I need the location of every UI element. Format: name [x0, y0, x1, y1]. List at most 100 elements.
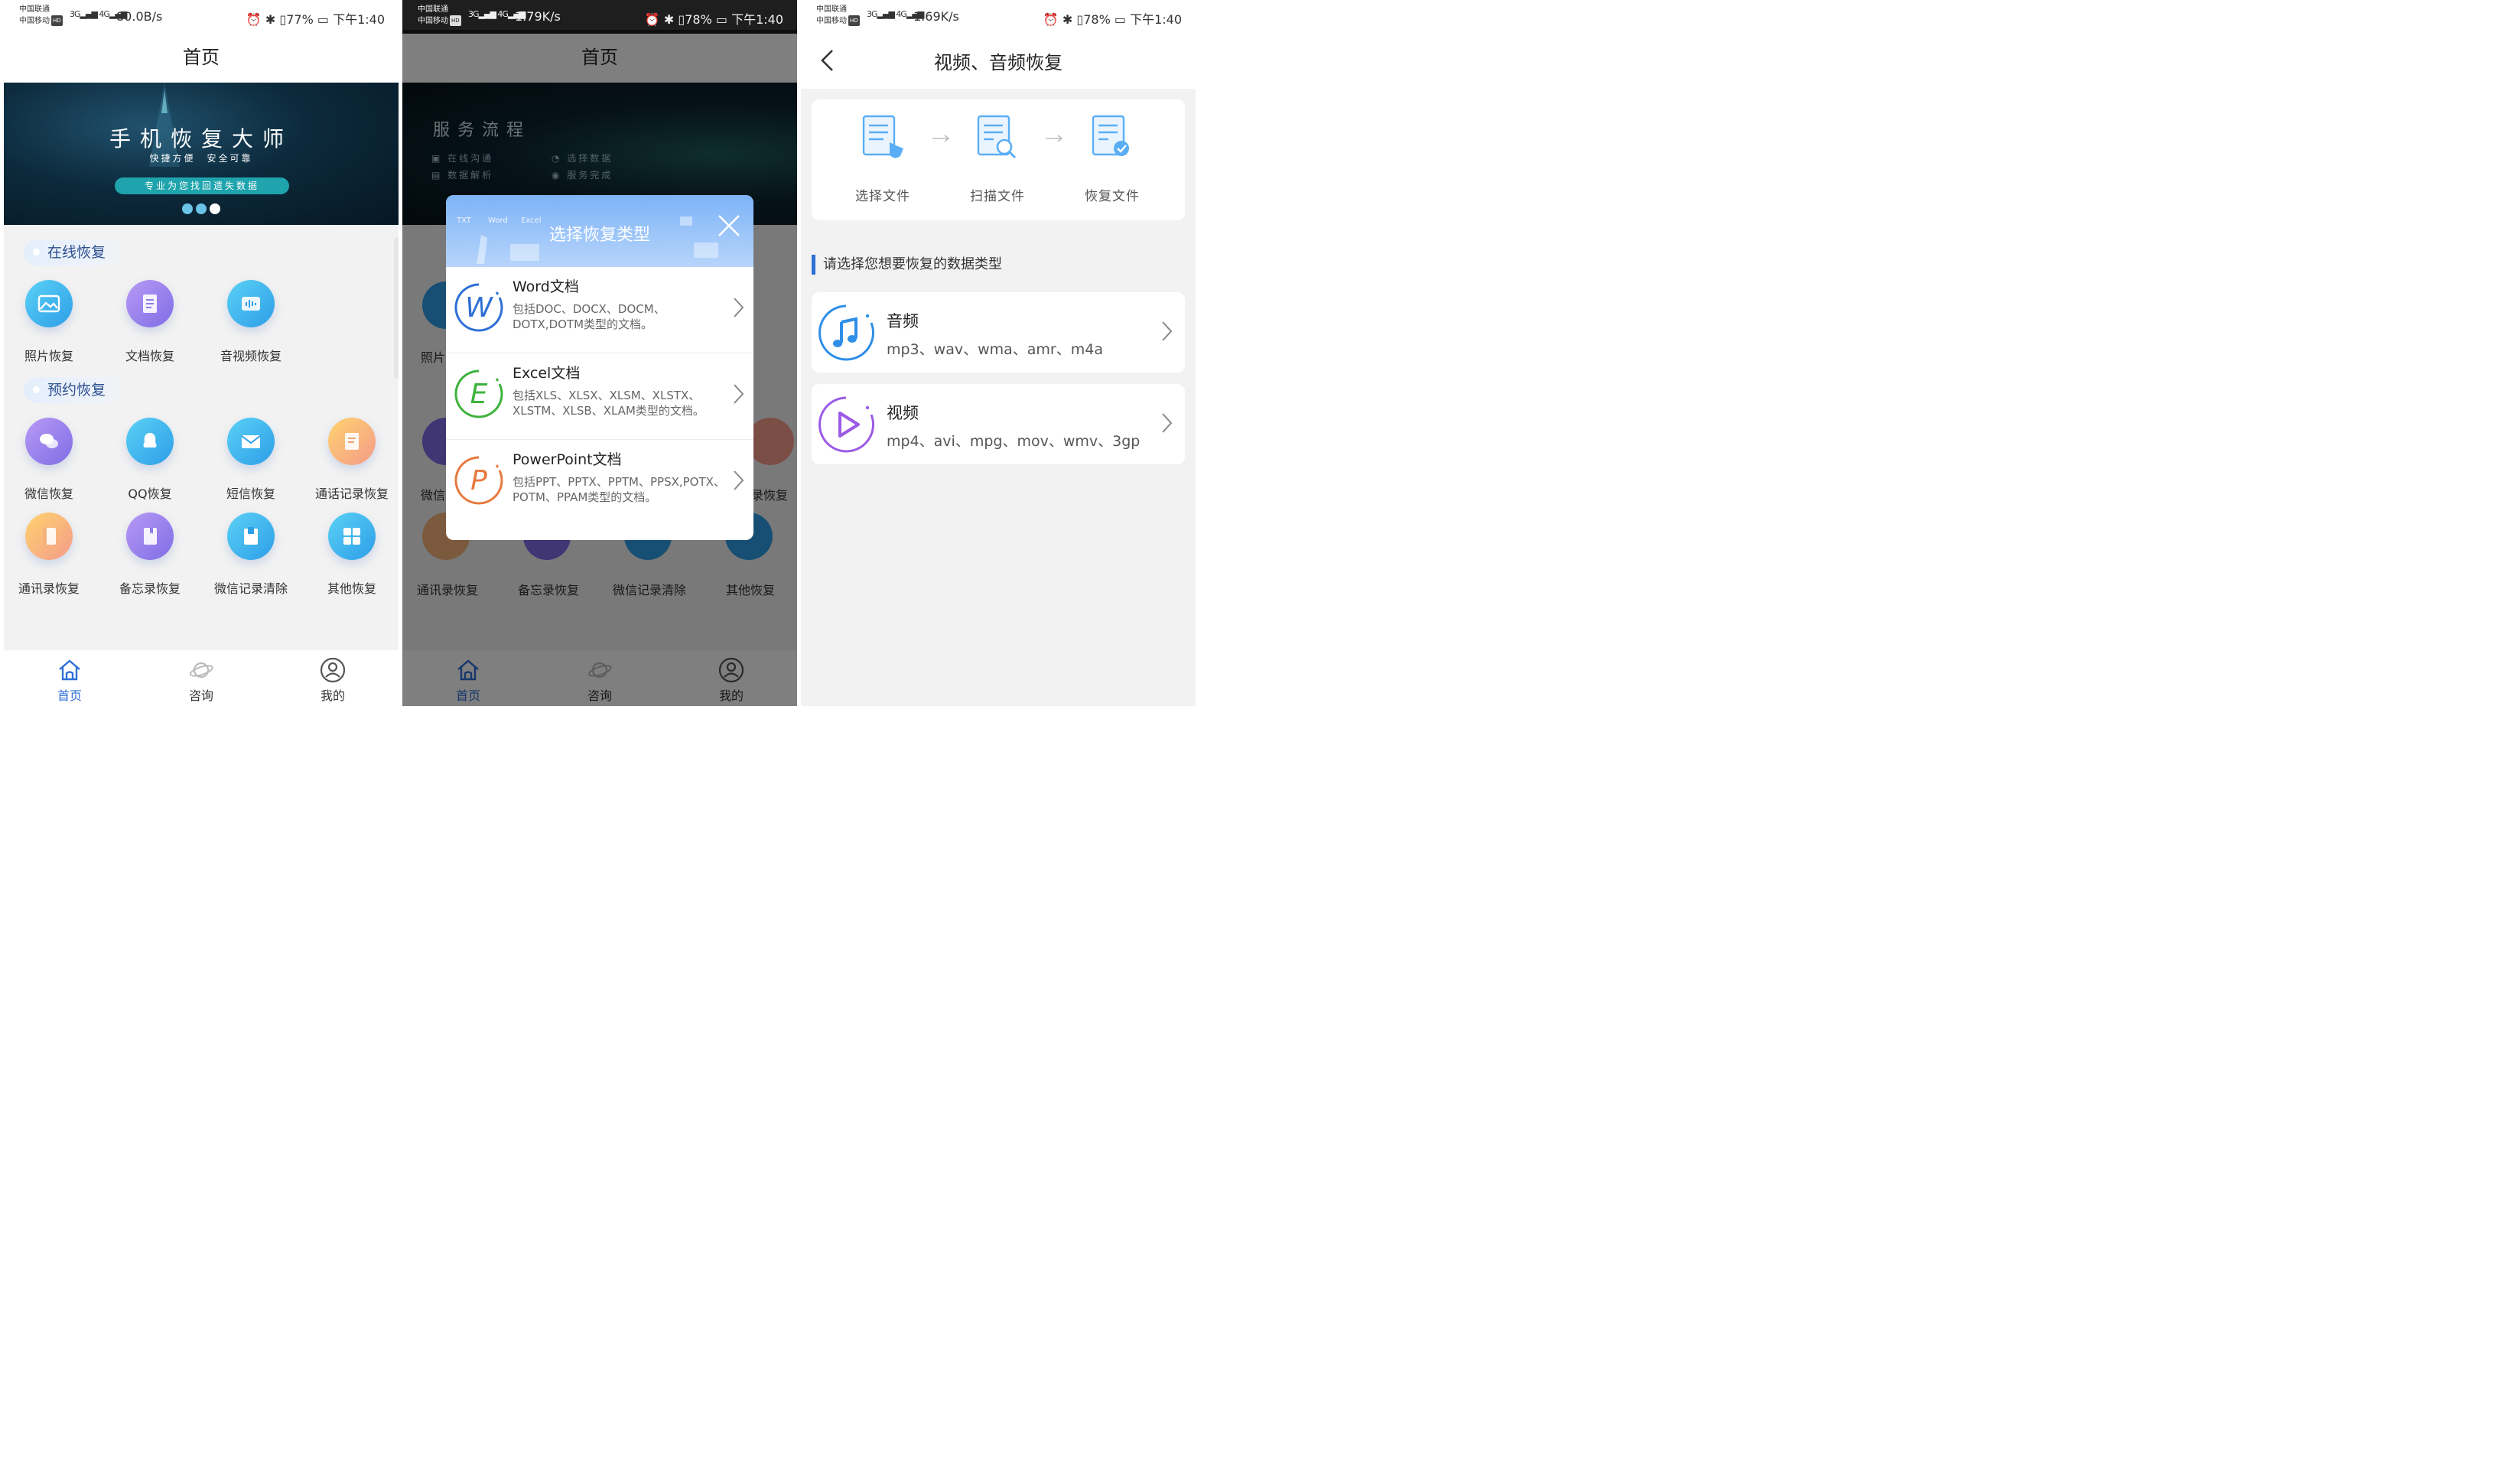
- option-title: Word文档: [513, 278, 579, 295]
- svg-text:W: W: [465, 292, 493, 324]
- bottom-tab-bar: 首页 咨询 我的: [4, 650, 399, 706]
- contacts-book-icon: [25, 513, 73, 560]
- hd-badge: HD: [450, 15, 461, 26]
- app-sms-recovery[interactable]: 短信恢复: [200, 418, 301, 502]
- av-recovery-screen: 中国联通 中国移动 HD 3G▂▄▆ 4G▂▄▆ 1.69K/s ⏰ ✱ ▯78%…: [801, 0, 1196, 706]
- home-icon: [59, 659, 80, 681]
- tab-mine[interactable]: 我的: [291, 656, 375, 704]
- network-speed: 1.79K/s: [515, 9, 561, 24]
- banner-carousel[interactable]: 手机恢复大师 快捷方便 安全可靠 专业为您找回遗失数据: [4, 83, 399, 225]
- svg-text:P: P: [470, 465, 487, 496]
- arrow-right-icon: [1046, 135, 1063, 142]
- option-title: Excel文档: [513, 365, 581, 382]
- status-bar: 中国联通 中国移动 HD 3G▂▄▆ 4G▂▄▆ 1.79K/s ⏰ ✱ ▯78%…: [402, 0, 797, 34]
- carousel-dot[interactable]: [196, 203, 207, 214]
- audio-wave-icon: [227, 280, 275, 327]
- app-photo-recovery[interactable]: 照片恢复: [4, 280, 99, 364]
- option-word[interactable]: W Word文档 包括DOC、DOCX、DOCM、DOTX,DOTM类型的文档。: [446, 267, 753, 353]
- option-powerpoint[interactable]: P PowerPoint文档 包括PPT、PPTX、PPTM、PPSX,POTX…: [446, 440, 753, 526]
- app-label: 通话记录恢复: [314, 487, 389, 501]
- app-calllog-recovery[interactable]: 通话记录恢复: [301, 418, 399, 502]
- carousel-dots[interactable]: [4, 203, 399, 217]
- option-excel[interactable]: E Excel文档 包括XLS、XLSX、XLSM、XLSTX、XLSTM、XL…: [446, 353, 753, 440]
- app-label: 微信恢复: [24, 487, 73, 501]
- play-icon: [818, 396, 874, 453]
- step-label: 恢复文件: [1085, 189, 1140, 204]
- word-circle-icon: W: [454, 283, 503, 332]
- tab-consult[interactable]: 咨询: [159, 656, 243, 704]
- status-right: ⏰ ✱ ▯78% ▭ 下午1:40: [1043, 12, 1182, 27]
- carrier-2: 中国移动: [816, 17, 847, 25]
- network-speed: 80.0B/s: [116, 9, 163, 24]
- carrier-2: 中国移动: [19, 17, 50, 25]
- chevron-right-icon: [1162, 413, 1173, 433]
- home-screen: 中国联通 中国移动 HD 3G▂▄▆ 4G▂▄▆ 80.0B/s ⏰ ✱ ▯77%…: [4, 0, 399, 706]
- card-title: 音频: [887, 312, 919, 330]
- carousel-dot-active[interactable]: [210, 203, 220, 214]
- chevron-right-icon: [1162, 321, 1173, 341]
- app-qq-recovery[interactable]: QQ恢复: [99, 418, 200, 502]
- option-desc: 包括XLS、XLSX、XLSM、XLSTX、XLSTM、XLSB、XLAM类型的…: [513, 389, 705, 418]
- app-other-recovery[interactable]: 其他恢复: [301, 513, 399, 597]
- step-scan-file: 扫描文件: [955, 113, 1040, 204]
- carousel-dot[interactable]: [182, 203, 193, 214]
- app-wechat-recovery[interactable]: 微信恢复: [4, 418, 99, 502]
- app-contacts-recovery[interactable]: 通讯录恢复: [4, 513, 99, 597]
- close-icon[interactable]: [717, 213, 741, 238]
- page-title: 视频、音频恢复: [934, 52, 1063, 73]
- banner-title: 手机恢复大师: [109, 126, 293, 151]
- app-doc-recovery[interactable]: 文档恢复: [99, 280, 200, 364]
- app-av-recovery[interactable]: 音视频恢复: [200, 280, 301, 364]
- app-label: 音视频恢复: [220, 349, 281, 363]
- card-video[interactable]: 视频 mp4、avi、mpg、mov、wmv、3gp: [812, 384, 1185, 464]
- card-desc: mp3、wav、wma、amr、m4a: [887, 341, 1103, 358]
- status-right: ⏰ ✱ ▯77% ▭ 下午1:40: [246, 12, 385, 27]
- app-label: 照片恢复: [24, 349, 73, 363]
- edge-shadow: [394, 237, 399, 379]
- status-bar: 中国联通 中国移动 HD 3G▂▄▆ 4G▂▄▆ 80.0B/s ⏰ ✱ ▯77%…: [4, 0, 399, 34]
- tab-home[interactable]: 首页: [28, 656, 112, 704]
- wechat-icon: [25, 418, 73, 465]
- app-label: 备忘录恢复: [119, 581, 181, 596]
- dialog-title: 选择恢复类型: [548, 226, 650, 245]
- option-title: PowerPoint文档: [513, 451, 622, 468]
- carrier-labels: 中国联通 中国移动 HD: [418, 5, 461, 27]
- carrier-labels: 中国联通 中国移动 HD: [19, 5, 63, 27]
- tab-label: 我的: [320, 688, 345, 703]
- document-icon: [126, 280, 174, 327]
- excel-circle-icon: E: [454, 369, 503, 418]
- banner-subtitle: 快捷方便 安全可靠: [149, 153, 253, 164]
- envelope-icon: [227, 418, 275, 465]
- section-hint: 请选择您想要恢复的数据类型: [812, 255, 1002, 275]
- app-label: QQ恢复: [128, 487, 172, 501]
- photo-icon: [25, 280, 73, 327]
- powerpoint-circle-icon: P: [454, 456, 503, 505]
- music-note-icon: [818, 304, 874, 361]
- section-reserve: 预约恢复: [24, 377, 129, 403]
- process-steps: 选择文件 扫描文件 恢复文件: [812, 99, 1185, 220]
- user-profile-icon: [320, 657, 346, 683]
- call-log-icon: [328, 418, 376, 465]
- carrier-1: 中国联通: [418, 5, 448, 14]
- nav-header: 视频、音频恢复: [801, 34, 1196, 89]
- card-title: 视频: [887, 404, 919, 422]
- recovery-type-dialog: TXT Word Excel 选择恢复类型 W Word文档 包括DOC、DOC…: [446, 195, 753, 540]
- svg-text:E: E: [470, 379, 488, 410]
- memo-icon: [126, 513, 174, 560]
- app-label: 其他恢复: [327, 581, 376, 596]
- planet-icon: [189, 662, 213, 679]
- status-right: ⏰ ✱ ▯78% ▭ 下午1:40: [644, 12, 783, 27]
- network-speed: 1.69K/s: [913, 9, 959, 24]
- app-label: 短信恢复: [226, 487, 275, 501]
- section-online: 在线恢复: [24, 239, 129, 265]
- card-desc: mp4、avi、mpg、mov、wmv、3gp: [887, 433, 1141, 450]
- grid-icon: [328, 513, 376, 560]
- card-audio[interactable]: 音频 mp3、wav、wma、amr、m4a: [812, 292, 1185, 373]
- banner-pill: 专业为您找回遗失数据: [115, 177, 289, 194]
- app-wechat-clear[interactable]: 微信记录清除: [200, 513, 301, 597]
- dialog-header: TXT Word Excel 选择恢复类型: [446, 195, 753, 267]
- dialog-screen: 中国联通 中国移动 HD 3G▂▄▆ 4G▂▄▆ 1.79K/s ⏰ ✱ ▯78%…: [402, 0, 797, 706]
- qq-penguin-icon: [126, 418, 174, 465]
- app-memo-recovery[interactable]: 备忘录恢复: [99, 513, 200, 597]
- carrier-1: 中国联通: [816, 5, 847, 14]
